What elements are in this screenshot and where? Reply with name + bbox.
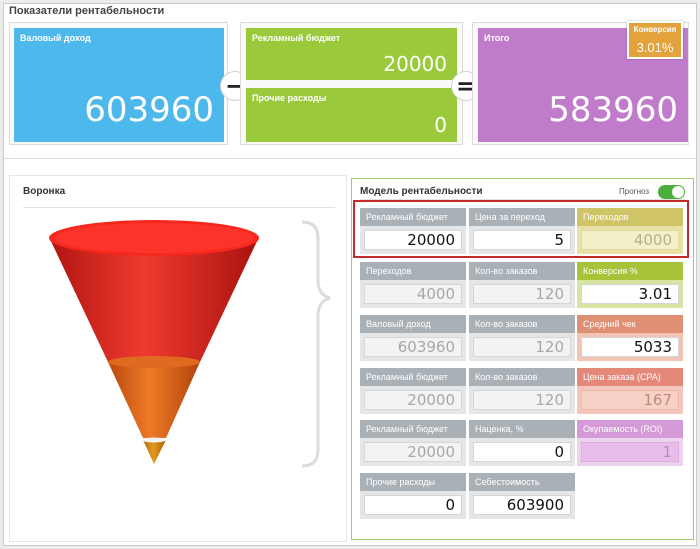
gross-value: 603960 [84,90,214,130]
model-cell-orders: Кол-во заказов 120 [469,368,575,414]
conversion-label: Конверсия [633,25,677,34]
funnel-panel [9,175,347,542]
model-cell-clicks: Переходов 4000 [360,262,466,308]
total-label: Итого [484,33,510,43]
model-cell-average-check: Средний чек 5033 [577,315,683,361]
model-cell-label: Кол-во заказов [469,262,575,280]
model-title: Модель рентабельности [360,186,483,197]
model-cell-cpa: Цена заказа (CPA) 167 [577,368,683,414]
funnel-title-divider [23,207,335,208]
model-cell-ad-budget: Рекламный бюджет 20000 [360,420,466,466]
ad-budget-value: 20000 [383,52,447,76]
page-title: Показатели рентабельности [9,5,165,17]
highlighted-row [353,200,689,258]
gross-label: Валовый доход [20,33,91,43]
orders-value: 120 [473,390,571,410]
model-cell-orders: Кол-во заказов 120 [469,262,575,308]
model-cell-ad-budget: Рекламный бюджет 20000 [360,368,466,414]
clicks-value: 4000 [364,284,462,304]
model-cell-label: Конверсия % [577,262,683,280]
gross-tile: Валовый доход 603960 [14,28,224,142]
other-costs-tile: Прочие расходы 0 [246,88,457,142]
model-cell-roi: Окупаемость (ROI) 1 [577,420,683,466]
gross-income-value: 603960 [364,337,462,357]
cpa-value: 167 [581,390,679,410]
ad-budget-value: 20000 [364,442,462,462]
model-cell-label: Окупаемость (ROI) [577,420,683,438]
model-cell-conversion: Конверсия % 3.01 [577,262,683,308]
cost-price-input[interactable]: 603900 [473,495,571,515]
total-value: 583960 [548,90,678,130]
roi-value: 1 [581,442,679,462]
model-cell-label: Цена заказа (CPA) [577,368,683,386]
orders-value: 120 [473,284,571,304]
model-cell-markup: Наценка, % 0 [469,420,575,466]
model-cell-label: Наценка, % [469,420,575,438]
model-cell-label: Себестоимость [469,473,575,491]
orders-value: 120 [473,337,571,357]
model-cell-label: Переходов [360,262,466,280]
conversion-value: 3.01% [636,40,674,55]
model-cell-label: Валовый доход [360,315,466,333]
model-cell-label: Кол-во заказов [469,315,575,333]
forecast-toggle[interactable] [658,185,685,199]
markup-input[interactable]: 0 [473,442,571,462]
model-cell-cost-price: Себестоимость 603900 [469,473,575,519]
ad-budget-tile: Рекламный бюджет 20000 [246,28,457,80]
model-cell-label: Кол-во заказов [469,368,575,386]
other-costs-label: Прочие расходы [252,93,327,103]
ad-budget-value: 20000 [364,390,462,410]
ad-budget-label: Рекламный бюджет [252,33,341,43]
conversion-input[interactable]: 3.01 [581,284,679,304]
funnel-title: Воронка [23,186,66,197]
conversion-badge: Конверсия 3.01% [627,21,683,59]
model-cell-label: Рекламный бюджет [360,368,466,386]
model-cell-gross-income: Валовый доход 603960 [360,315,466,361]
forecast-label: Прогноз [619,187,650,196]
model-cell-label: Средний чек [577,315,683,333]
model-cell-orders: Кол-во заказов 120 [469,315,575,361]
section-divider [4,158,696,159]
other-costs-input[interactable]: 0 [364,495,462,515]
other-costs-value: 0 [434,113,447,137]
average-check-input[interactable]: 5033 [581,337,679,357]
toggle-knob [672,186,684,198]
model-cell-label: Прочие расходы [360,473,466,491]
model-cell-other-costs: Прочие расходы 0 [360,473,466,519]
model-cell-label: Рекламный бюджет [360,420,466,438]
